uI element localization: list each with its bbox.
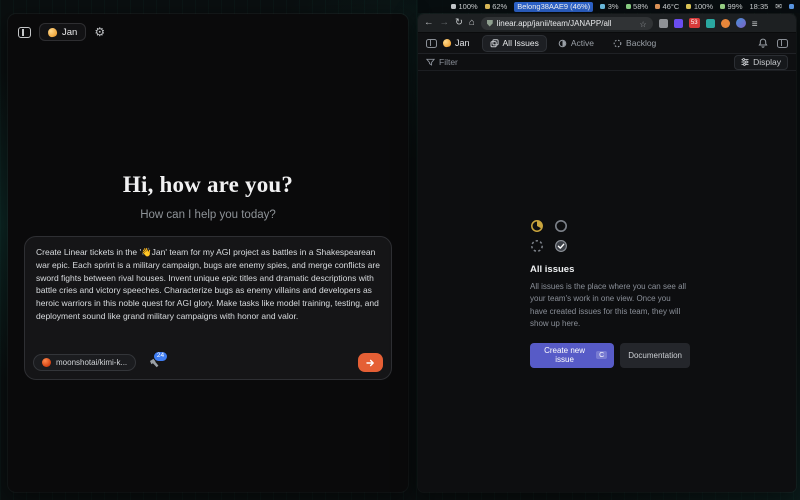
temperature-icon	[655, 4, 660, 9]
tab-backlog[interactable]: Backlog	[605, 35, 664, 52]
workspace-label[interactable]: Jan	[443, 38, 470, 48]
tracker-shield-icon	[487, 20, 493, 27]
linear-header-right	[758, 38, 788, 48]
status-icons-cluster	[530, 219, 690, 253]
view-tabs: All Issues Active Backlog	[482, 35, 665, 52]
network-icon	[789, 4, 794, 9]
active-icon	[558, 39, 567, 48]
desktop: 100% 62% Belong38AAE9 (46%) 3% 58% 46°C …	[0, 0, 800, 500]
all-issues-icon	[490, 39, 499, 48]
welcome-block: Hi, how are you? How can I help you toda…	[8, 172, 408, 221]
power-icon	[686, 4, 691, 9]
system-status-bar: 100% 62% Belong38AAE9 (46%) 3% 58% 46°C …	[418, 0, 800, 13]
extension-icon-2[interactable]	[674, 19, 683, 28]
back-button[interactable]: ←	[424, 18, 434, 28]
arrow-right-icon	[365, 358, 376, 368]
home-button[interactable]: ⌂	[469, 18, 475, 28]
address-bar[interactable]: linear.app/janii/team/JANAPP/all	[481, 17, 653, 30]
backlog-status-icon	[530, 239, 544, 253]
mail-icon	[775, 2, 782, 11]
cpu-icon	[600, 4, 605, 9]
all-issues-empty-state: All issues All issues is the place where…	[530, 219, 690, 368]
temperature-indicator: 46°C	[655, 2, 679, 11]
volume-icon	[451, 4, 456, 9]
tools-button[interactable]: 24	[148, 357, 160, 369]
model-name: moonshotai/kimi-k...	[56, 358, 127, 367]
greeting-subtitle: How can I help you today?	[8, 209, 408, 221]
clock: 18:35	[750, 2, 769, 11]
volume-indicator: 100%	[451, 2, 478, 11]
sidebar-toggle-icon[interactable]	[18, 27, 31, 38]
adblock-shield-icon[interactable]	[706, 19, 715, 28]
chat-input-card[interactable]: Create Linear tickets in the '👋Jan' team…	[24, 236, 392, 380]
todo-status-icon	[554, 219, 568, 233]
forward-button[interactable]: →	[440, 18, 450, 28]
filter-button[interactable]: Filter	[426, 57, 458, 67]
done-status-icon	[554, 239, 568, 253]
greeting-title: Hi, how are you?	[8, 172, 408, 198]
empty-state-title: All issues	[530, 264, 690, 275]
in-progress-status-icon	[530, 219, 544, 233]
tools-count-badge: 24	[153, 351, 168, 363]
settings-gear-icon[interactable]	[94, 23, 105, 41]
tab-all-issues[interactable]: All Issues	[482, 35, 547, 52]
thread-title: Jan	[62, 27, 77, 38]
empty-state-description: All issues is the place where you can se…	[530, 281, 690, 331]
display-options-button[interactable]: Display	[734, 55, 788, 70]
bookmark-star-icon[interactable]	[640, 17, 647, 30]
wave-emoji-icon	[442, 38, 451, 47]
create-new-issue-button[interactable]: Create new issue C	[530, 343, 614, 368]
battery-indicator: 99%	[720, 2, 743, 11]
chat-input-controls: moonshotai/kimi-k... 24	[33, 353, 383, 372]
jan-header: Jan	[8, 14, 408, 50]
url-text[interactable]: linear.app/janii/team/JANAPP/all	[497, 19, 636, 28]
cpu-indicator: 3%	[600, 2, 618, 11]
display-sliders-icon	[741, 58, 749, 66]
backlog-icon	[613, 39, 622, 48]
profile-avatar[interactable]	[736, 18, 746, 28]
jan-app-window: Jan Hi, how are you? How can I help you …	[8, 14, 408, 492]
browser-toolbar: ← → ↻ ⌂ linear.app/janii/team/JANAPP/all…	[418, 14, 796, 33]
notifications-bell-icon[interactable]	[758, 38, 768, 48]
filter-funnel-icon	[426, 58, 435, 67]
browser-window: ← → ↻ ⌂ linear.app/janii/team/JANAPP/all…	[418, 14, 796, 492]
memory-icon	[626, 4, 631, 9]
brightness-icon	[485, 4, 490, 9]
right-panel-toggle-icon[interactable]	[777, 39, 788, 48]
chat-input-text[interactable]: Create Linear tickets in the '👋Jan' team…	[25, 237, 391, 332]
power-indicator: 100%	[686, 2, 713, 11]
memory-indicator: 58%	[626, 2, 649, 11]
model-selector[interactable]: moonshotai/kimi-k...	[33, 354, 136, 371]
linear-header: Jan All Issues Active	[418, 33, 796, 54]
filter-bar: Filter Display	[418, 54, 796, 71]
extension-icon-1[interactable]	[659, 19, 668, 28]
tab-active[interactable]: Active	[550, 35, 602, 52]
extension-badge-icon[interactable]: 53	[689, 18, 700, 28]
linear-sidebar-toggle-icon[interactable]	[426, 39, 437, 48]
shortcut-key-hint: C	[596, 351, 607, 359]
empty-state-actions: Create new issue C Documentation	[530, 343, 690, 368]
wifi-indicator: Belong38AAE9 (46%)	[514, 2, 593, 12]
browser-menu-icon[interactable]	[752, 14, 758, 32]
linear-content: All issues All issues is the place where…	[418, 71, 796, 492]
reload-button[interactable]: ↻	[455, 18, 463, 28]
wave-emoji-icon	[47, 27, 58, 38]
brightness-indicator: 62%	[485, 2, 508, 11]
documentation-button[interactable]: Documentation	[620, 343, 690, 368]
workspace-name: Jan	[455, 38, 470, 48]
extension-icon-3[interactable]	[721, 19, 730, 28]
battery-icon	[720, 4, 725, 9]
send-button[interactable]	[358, 353, 383, 372]
model-provider-icon	[42, 358, 51, 367]
thread-title-pill[interactable]: Jan	[39, 23, 86, 41]
